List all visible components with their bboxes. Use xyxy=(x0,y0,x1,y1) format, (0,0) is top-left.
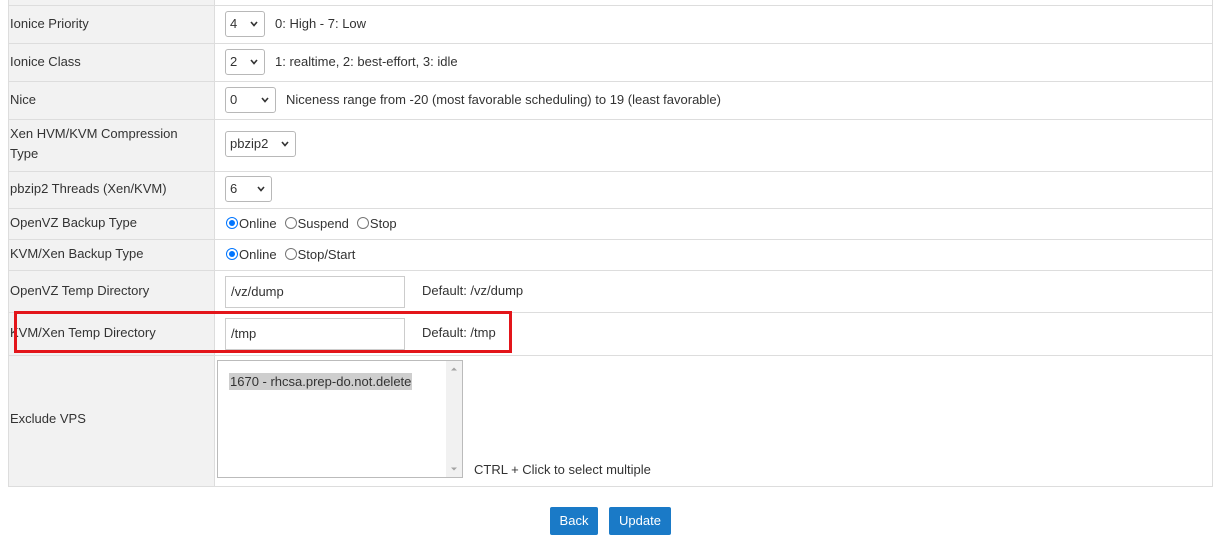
chevron-down-icon xyxy=(261,97,269,103)
kvm-backup-type-label: KVM/Xen Backup Type xyxy=(10,246,144,261)
chevron-down-icon xyxy=(250,59,258,65)
ionice-priority-value: 4 xyxy=(230,16,238,31)
nice-select[interactable]: 0 xyxy=(225,87,276,113)
row-divider xyxy=(9,208,1212,209)
kvm-backup-type-radio-group: Online Stop/Start xyxy=(226,244,363,264)
nice-value: 0 xyxy=(230,92,238,107)
exclude-vps-option[interactable]: 1670 - rhcsa.prep-do.not.delete xyxy=(229,373,413,390)
nice-hint: Niceness range from -20 (most favorable … xyxy=(286,92,721,107)
row-divider xyxy=(9,171,1212,172)
row-divider xyxy=(9,239,1212,240)
openvz-stop-label: Stop xyxy=(369,215,397,231)
pbzip2-threads-value: 6 xyxy=(230,181,238,196)
compression-type-select[interactable]: pbzip2 xyxy=(225,131,296,157)
openvz-suspend-label: Suspend xyxy=(297,215,349,231)
compression-type-label: Xen HVM/KVM Compression Type xyxy=(10,126,178,161)
openvz-stop-radio[interactable] xyxy=(356,217,369,229)
back-button[interactable]: Back xyxy=(550,507,598,535)
row-divider xyxy=(9,270,1212,271)
listbox-scrollbar[interactable] xyxy=(446,361,462,477)
chevron-down-icon xyxy=(257,186,265,192)
kvm-stop-start-label: Stop/Start xyxy=(297,246,356,262)
nice-label: Nice xyxy=(10,92,37,107)
ionice-priority-hint: 0: High - 7: Low xyxy=(275,16,367,31)
ionice-class-hint: 1: realtime, 2: best-effort, 3: idle xyxy=(275,54,458,69)
pbzip2-threads-select[interactable]: 6 xyxy=(225,176,272,202)
openvz-online-label: Online xyxy=(239,215,277,231)
highlight-box xyxy=(14,311,512,353)
exclude-vps-hint: CTRL + Click to select multiple xyxy=(474,462,651,477)
openvz-backup-type-label: OpenVZ Backup Type xyxy=(10,215,137,230)
pbzip2-threads-label: pbzip2 Threads (Xen/KVM) xyxy=(10,181,167,196)
ionice-class-value: 2 xyxy=(230,54,238,69)
chevron-down-icon xyxy=(281,141,289,147)
openvz-temp-dir-hint: Default: /vz/dump xyxy=(422,283,524,298)
kvm-online-radio[interactable] xyxy=(226,248,238,260)
row-divider xyxy=(9,81,1212,82)
openvz-temp-dir-label: OpenVZ Temp Directory xyxy=(10,283,150,298)
scroll-up-icon[interactable] xyxy=(446,363,462,375)
compression-type-value: pbzip2 xyxy=(230,136,269,151)
kvm-online-label: Online xyxy=(239,246,277,262)
row-divider xyxy=(9,43,1212,44)
scroll-down-icon[interactable] xyxy=(446,463,462,475)
row-divider xyxy=(9,5,1212,6)
openvz-suspend-radio[interactable] xyxy=(284,217,297,229)
ionice-class-label: Ionice Class xyxy=(10,54,81,69)
kvm-stop-start-radio[interactable] xyxy=(284,248,297,260)
row-divider xyxy=(9,355,1212,356)
update-button[interactable]: Update xyxy=(609,507,671,535)
exclude-vps-listbox[interactable]: 1670 - rhcsa.prep-do.not.delete xyxy=(217,360,463,478)
exclude-vps-label: Exclude VPS xyxy=(10,411,86,426)
ionice-priority-label: Ionice Priority xyxy=(10,16,89,31)
ionice-priority-select[interactable]: 4 xyxy=(225,11,265,37)
ionice-class-select[interactable]: 2 xyxy=(225,49,265,75)
openvz-backup-type-radio-group: Online Suspend Stop xyxy=(226,213,405,233)
openvz-temp-dir-input[interactable]: /vz/dump xyxy=(225,276,405,308)
chevron-down-icon xyxy=(250,21,258,27)
openvz-online-radio[interactable] xyxy=(226,217,238,229)
row-divider xyxy=(9,119,1212,120)
